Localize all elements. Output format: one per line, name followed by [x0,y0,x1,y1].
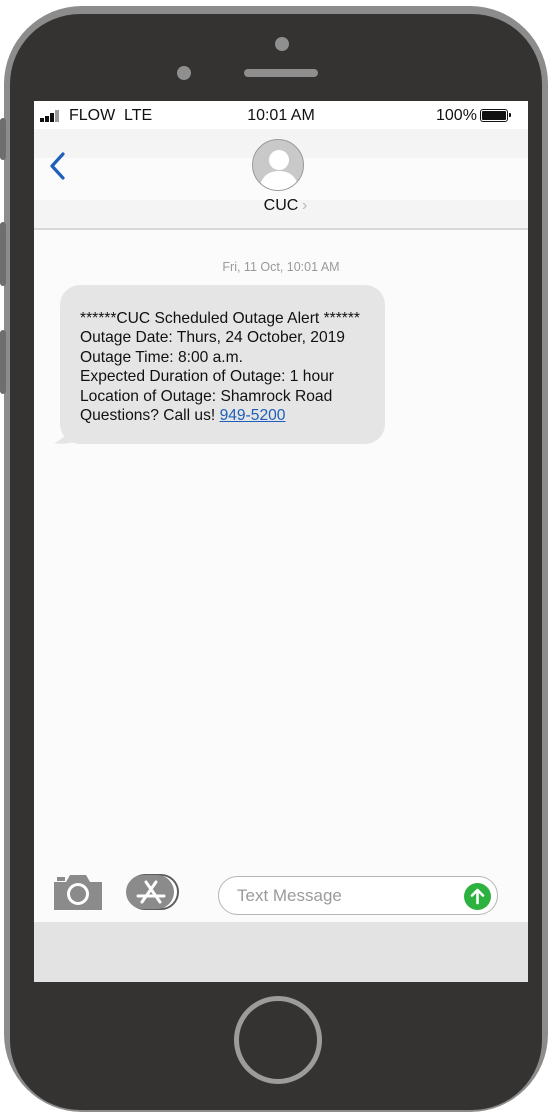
message-line: Outage Time: 8:00 a.m. [80,348,243,366]
message-line: Outage Date: Thurs, 24 October, 2019 [80,329,345,347]
message-line: ******CUC Scheduled Outage Alert ****** [80,310,360,327]
screen: FLOW LTE 10:01 AM 100% CUC › Fri, 11 Oct… [34,101,528,982]
contact-name[interactable]: CUC [34,197,528,215]
camera-icon[interactable] [52,872,104,912]
message-input-placeholder: Text Message [237,886,342,905]
message-text: ******CUC Scheduled Outage Alert ****** … [80,309,380,425]
phone-number-link[interactable]: 949-5200 [220,407,286,424]
volume-up-button [0,222,6,286]
proximity-sensor [177,66,191,80]
battery-icon [480,109,511,122]
message-timestamp: Fri, 11 Oct, 10:01 AM [222,260,340,274]
chevron-right-icon[interactable]: › [302,197,307,215]
message-input[interactable]: Text Message [218,876,498,915]
chevron-left-icon[interactable] [46,151,70,181]
send-button[interactable] [464,883,491,910]
arrow-up-icon [470,888,485,905]
status-bar: FLOW LTE 10:01 AM 100% [34,101,528,129]
home-button[interactable] [234,996,322,1084]
keyboard-area [34,922,528,982]
message-line-prefix: Questions? Call us! [80,407,216,425]
app-store-icon[interactable] [126,874,182,910]
message-line: Location of Outage: Shamrock Road [80,387,333,405]
header-divider [34,228,528,230]
battery-percent: 100% [436,107,477,124]
front-camera [275,37,289,51]
earpiece-speaker [244,69,318,77]
message-line: Expected Duration of Outage: 1 hour [80,368,334,386]
message-line: Questions? Call us! 949-5200 [80,406,380,425]
mute-switch [0,118,6,160]
person-icon[interactable] [252,139,304,191]
volume-down-button [0,330,6,394]
